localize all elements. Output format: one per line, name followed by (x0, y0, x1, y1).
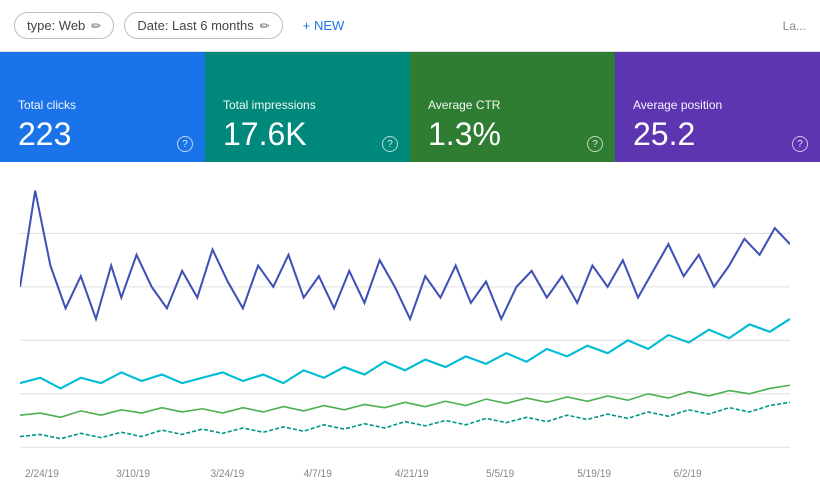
stat-card-impressions: Total impressions 17.6K ? (205, 52, 410, 162)
x-label-4: 4/7/19 (304, 469, 332, 480)
line-chart: 2/24/19 3/10/19 3/24/19 4/7/19 4/21/19 5… (20, 180, 790, 490)
question-icon-position: ? (792, 136, 808, 152)
stat-value-position: 25.2 (633, 118, 802, 150)
stats-row: Total clicks 223 ? Total impressions 17.… (0, 52, 820, 162)
stat-label-clicks: Total clicks (18, 98, 187, 112)
stat-value-impressions: 17.6K (223, 118, 392, 150)
question-icon-ctr: ? (587, 136, 603, 152)
app-container: type: Web ✏ Date: Last 6 months ✏ + NEW … (0, 0, 820, 500)
question-icon-impressions: ? (382, 136, 398, 152)
stat-value-clicks: 223 (18, 118, 187, 150)
stat-label-impressions: Total impressions (223, 98, 392, 112)
x-label-5: 4/21/19 (395, 469, 429, 480)
stat-card-ctr: Average CTR 1.3% ? (410, 52, 615, 162)
edit-icon: ✏ (91, 19, 101, 33)
new-button[interactable]: + NEW (293, 13, 355, 38)
toolbar: type: Web ✏ Date: Last 6 months ✏ + NEW … (0, 0, 820, 52)
stat-value-ctr: 1.3% (428, 118, 597, 150)
question-icon-clicks: ? (177, 136, 193, 152)
date-filter-label: Date: Last 6 months (137, 18, 253, 33)
x-label-1: 2/24/19 (25, 469, 59, 480)
clicks-line (20, 191, 790, 319)
last-label: La... (783, 19, 806, 33)
impressions-line (20, 319, 790, 388)
position-line (20, 402, 790, 438)
chart-area: 2/24/19 3/10/19 3/24/19 4/7/19 4/21/19 5… (0, 162, 820, 500)
date-filter-pill[interactable]: Date: Last 6 months ✏ (124, 12, 282, 39)
edit-icon-date: ✏ (260, 19, 270, 33)
stat-card-clicks: Total clicks 223 ? (0, 52, 205, 162)
type-filter-label: type: Web (27, 18, 85, 33)
x-label-6: 5/5/19 (486, 469, 514, 480)
stat-label-position: Average position (633, 98, 802, 112)
stat-label-ctr: Average CTR (428, 98, 597, 112)
x-label-7: 5/19/19 (577, 469, 611, 480)
type-filter-pill[interactable]: type: Web ✏ (14, 12, 114, 39)
ctr-line (20, 385, 790, 417)
x-label-8: 6/2/19 (673, 469, 701, 480)
x-label-3: 3/24/19 (210, 469, 244, 480)
stat-card-position: Average position 25.2 ? (615, 52, 820, 162)
x-label-2: 3/10/19 (116, 469, 150, 480)
